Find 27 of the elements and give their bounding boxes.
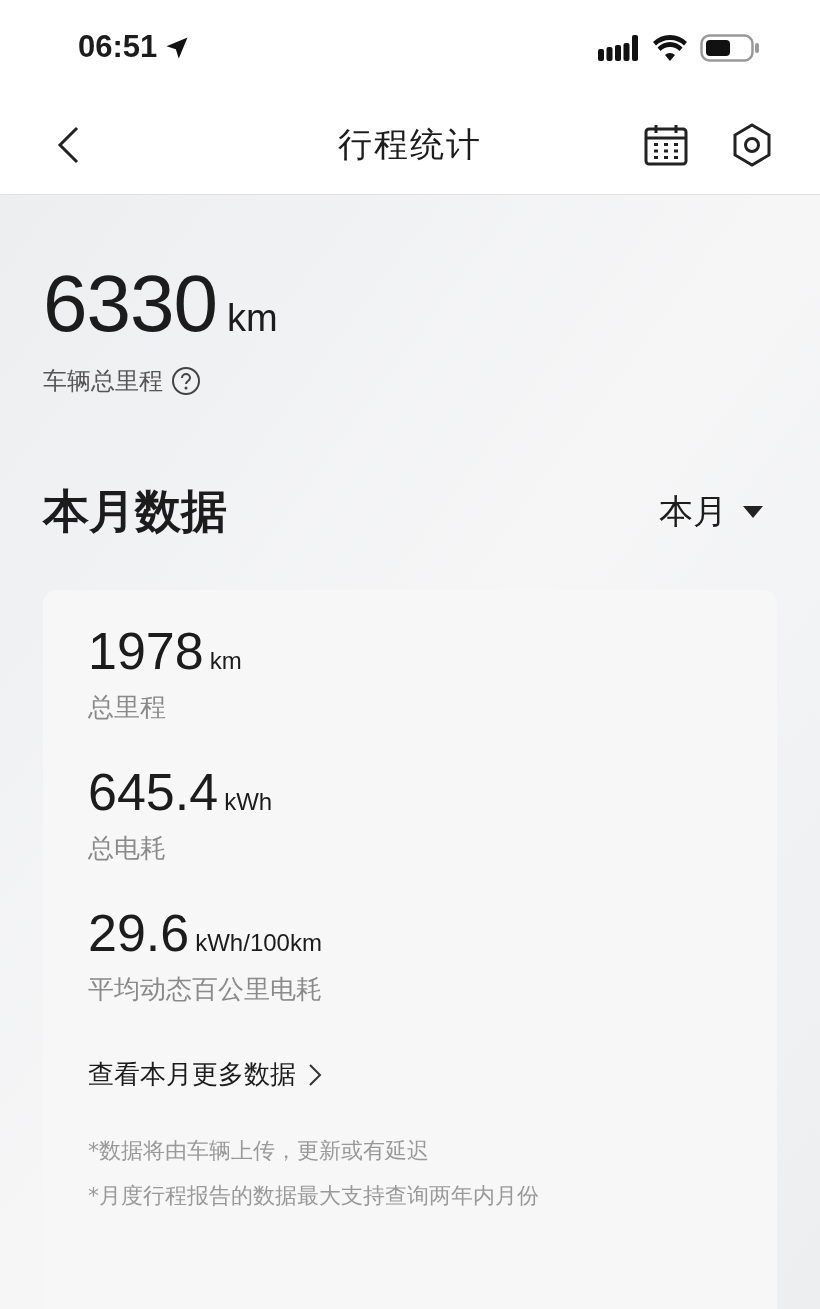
page-title: 行程统计 [338, 123, 482, 166]
calendar-icon[interactable] [644, 123, 688, 166]
stat-unit: kWh [224, 787, 273, 817]
stat-unit: kWh/100km [195, 928, 322, 958]
total-mileage-value: 6330 [43, 259, 217, 349]
stat-label: 总电耗 [88, 832, 167, 865]
footnote: *数据将由车辆上传，更新或有延迟 [88, 1137, 430, 1165]
caret-down-icon [743, 505, 763, 518]
stat-value: 29.6 [88, 903, 190, 964]
total-mileage-unit: km [226, 296, 278, 341]
stat-unit: km [209, 646, 242, 676]
battery-icon [700, 33, 760, 62]
stat-label: 平均动态百公里电耗 [88, 973, 323, 1006]
more-data-link[interactable]: 查看本月更多数据 [88, 1055, 322, 1094]
chevron-right-icon [308, 1062, 322, 1087]
status-time: 06:51 [78, 28, 158, 67]
stat-value: 1978 [88, 621, 204, 682]
total-mileage-label: 车辆总里程 [43, 366, 163, 397]
footnote: *月度行程报告的数据最大支持查询两年内月份 [88, 1182, 540, 1210]
stat-label: 总里程 [88, 691, 167, 724]
period-dropdown[interactable]: 本月 [659, 486, 763, 537]
help-icon[interactable] [171, 366, 201, 396]
wifi-icon [652, 34, 688, 61]
signal-icon [598, 34, 640, 61]
section-title: 本月数据 [43, 483, 227, 540]
settings-icon[interactable] [732, 122, 772, 167]
stat-value: 645.4 [88, 762, 219, 823]
